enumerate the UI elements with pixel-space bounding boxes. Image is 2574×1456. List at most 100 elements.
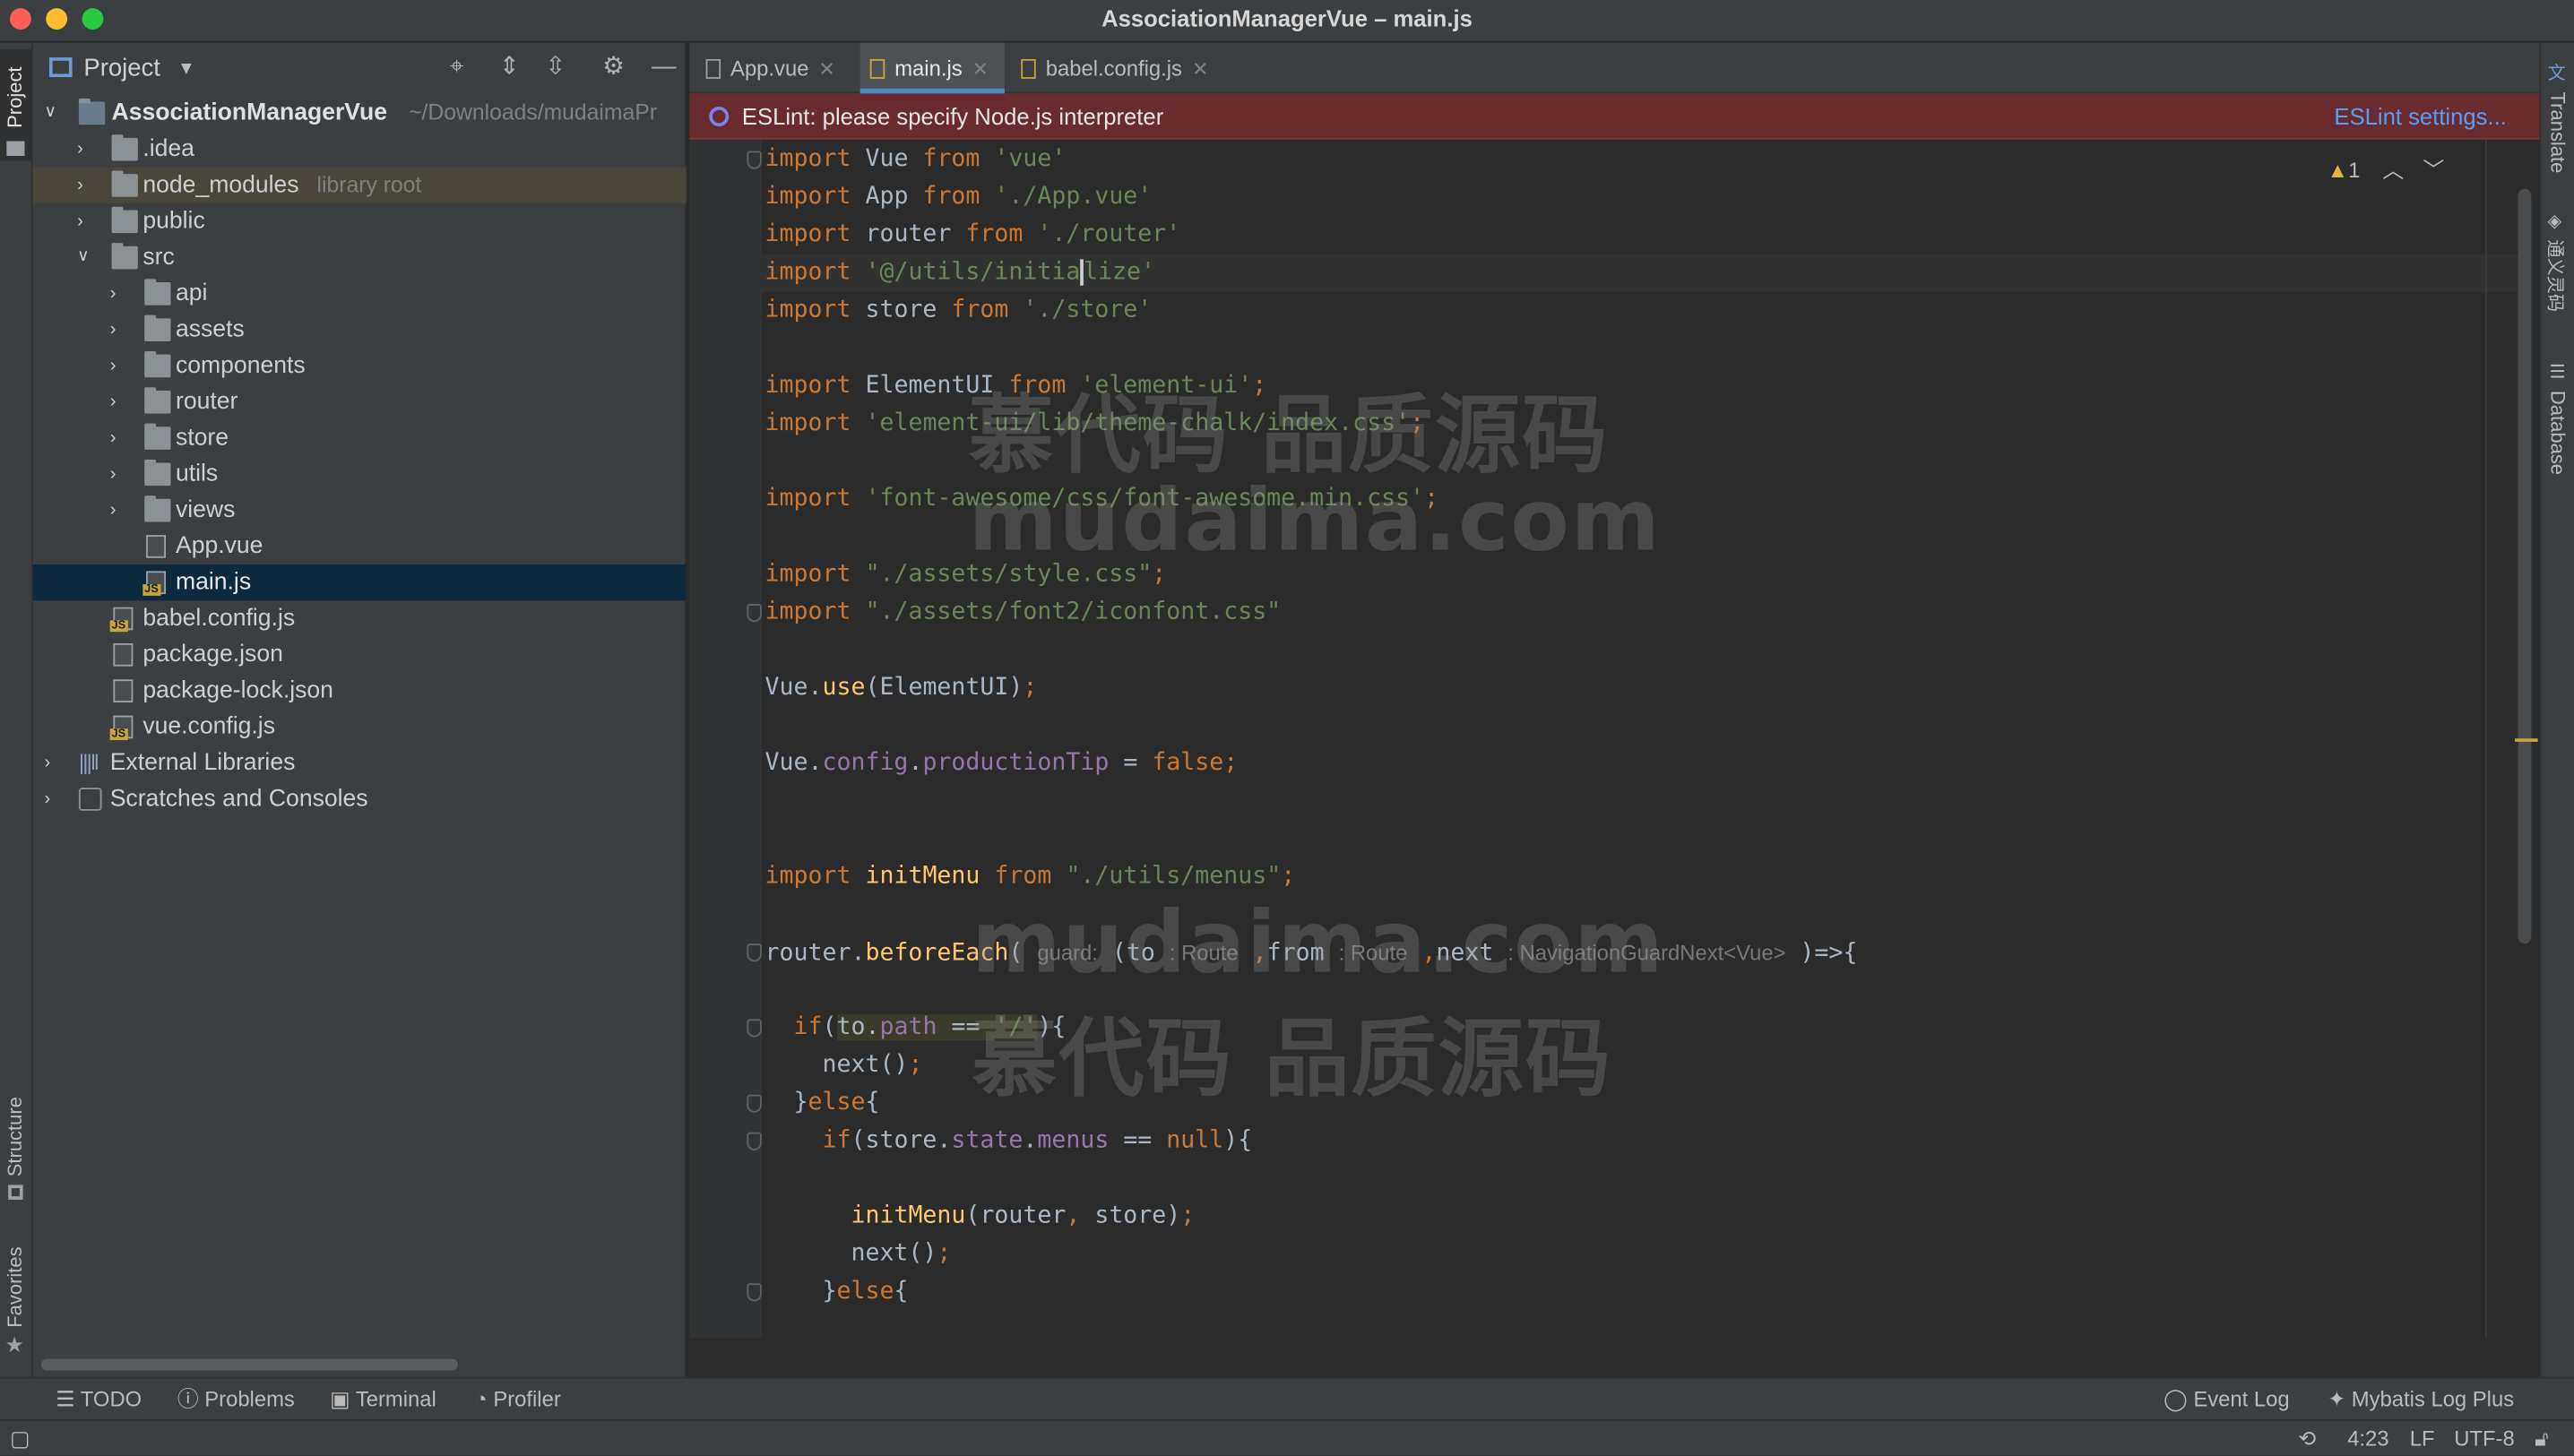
tree-item-assets[interactable]: › assets: [33, 312, 687, 348]
chevron-right-icon[interactable]: ›: [110, 348, 130, 383]
fold-marker-icon[interactable]: [747, 1283, 762, 1302]
database-tool-button[interactable]: ☰ Database: [2541, 358, 2574, 489]
code-line: import router from './router': [764, 221, 1181, 248]
tree-item-label: node_modules: [143, 172, 299, 199]
profiler-tool-button[interactable]: ◔ Profiler: [474, 1379, 560, 1422]
chevron-right-icon[interactable]: ›: [110, 492, 130, 528]
favorites-tool-button[interactable]: Favorites ★: [0, 1237, 33, 1366]
fold-marker-icon[interactable]: [747, 604, 762, 623]
horizontal-scrollbar[interactable]: [40, 1358, 459, 1371]
library-icon: |||‖: [78, 750, 99, 775]
fold-marker-icon[interactable]: [747, 1132, 762, 1150]
problems-label: Problems: [204, 1386, 295, 1412]
chevron-right-icon[interactable]: ›: [77, 203, 97, 239]
todo-tool-button[interactable]: ☰ TODO: [56, 1379, 142, 1422]
vertical-scrollbar[interactable]: [2518, 188, 2532, 944]
list-icon: ☰: [56, 1386, 81, 1412]
code-editor[interactable]: ▲1 ︿ ﹀ import Vue from 'vue' import App …: [689, 139, 2540, 1338]
project-tool-button[interactable]: Project: [0, 48, 33, 161]
structure-tool-button[interactable]: Structure: [0, 1085, 33, 1208]
structure-tool-label: Structure: [3, 1097, 27, 1177]
tree-item-scratches[interactable]: › Scratches and Consoles: [33, 781, 687, 817]
project-view-selector[interactable]: Project: [83, 49, 160, 89]
tree-item-app-vue[interactable]: App.vue: [33, 529, 687, 564]
close-icon[interactable]: ✕: [818, 57, 834, 81]
fold-marker-icon[interactable]: [747, 1019, 762, 1038]
locate-icon[interactable]: ⌖: [450, 51, 463, 84]
tab-app-vue[interactable]: App.vue ✕: [705, 43, 860, 94]
star-icon: ★: [4, 1332, 24, 1357]
tree-item-api[interactable]: › api: [33, 276, 687, 312]
tree-item-package-lock[interactable]: package-lock.json: [33, 673, 687, 709]
chevron-right-icon[interactable]: ›: [77, 132, 97, 168]
toggle-tool-windows-icon[interactable]: ▢: [10, 1421, 30, 1455]
tree-item-views[interactable]: › views: [33, 492, 687, 528]
problems-tool-button[interactable]: ⓘ Problems: [177, 1379, 295, 1422]
chevron-right-icon[interactable]: ›: [110, 312, 130, 348]
tree-item-idea[interactable]: › .idea: [33, 132, 687, 168]
translate-tool-button[interactable]: 文 Translate: [2541, 56, 2574, 187]
fold-marker-icon[interactable]: [747, 943, 762, 962]
hide-panel-icon[interactable]: —: [652, 51, 676, 84]
tree-item-store[interactable]: › store: [33, 420, 687, 456]
chevron-down-icon[interactable]: ∨: [77, 239, 97, 275]
caret-position[interactable]: 4:23: [2347, 1421, 2388, 1455]
tongyi-tool-button[interactable]: ◈ 通义灵码: [2541, 207, 2574, 339]
fold-marker-icon[interactable]: [747, 151, 762, 169]
tab-babel-config[interactable]: babel.config.js ✕: [1021, 43, 1234, 94]
gear-icon[interactable]: ⚙: [602, 51, 625, 84]
tree-item-babel-config[interactable]: JS babel.config.js: [33, 600, 687, 636]
tree-item-src[interactable]: ∨ src: [33, 239, 687, 275]
tree-item-router[interactable]: › router: [33, 384, 687, 420]
event-log-tool-button[interactable]: ◯ Event Log: [2164, 1379, 2290, 1422]
chevron-right-icon[interactable]: ›: [110, 384, 130, 420]
code-line: import App from './App.vue': [764, 184, 1153, 211]
folder-icon: [144, 350, 171, 378]
code-line: Vue.use(ElementUI);: [764, 674, 1038, 702]
chevron-right-icon[interactable]: ›: [110, 276, 130, 312]
lock-icon[interactable]: 🔓︎: [2535, 1421, 2548, 1455]
chevron-down-icon[interactable]: ∨: [44, 95, 64, 131]
tree-item-public[interactable]: › public: [33, 203, 687, 239]
window-title: AssociationManagerVue – main.js: [1101, 4, 1473, 31]
tree-item-utils[interactable]: › utils: [33, 456, 687, 492]
next-highlight-icon[interactable]: ﹀: [2423, 158, 2444, 182]
terminal-tool-button[interactable]: ▣ Terminal: [330, 1379, 436, 1422]
fold-marker-icon[interactable]: [747, 1094, 762, 1113]
chevron-right-icon[interactable]: ›: [44, 781, 64, 817]
eslint-settings-link[interactable]: ESLint settings...: [2334, 93, 2506, 139]
tree-item-node-modules[interactable]: › node_modules library root: [32, 167, 687, 204]
chevron-right-icon[interactable]: ›: [110, 456, 130, 492]
tab-main-js[interactable]: main.js ✕: [859, 42, 1005, 94]
expand-all-icon[interactable]: ⇕: [499, 51, 520, 84]
previous-highlight-icon[interactable]: ︿: [2382, 158, 2404, 182]
inspection-widget[interactable]: ▲1 ︿ ﹀: [2327, 152, 2444, 184]
chevron-right-icon[interactable]: ›: [77, 168, 97, 203]
folder-icon: [144, 459, 171, 487]
tree-item-label: utils: [175, 461, 219, 487]
code-line: import '@/utils/initia lize': [764, 259, 1155, 286]
tree-item-external-libraries[interactable]: › |||‖ External Libraries: [33, 745, 687, 781]
line-ending[interactable]: LF: [2410, 1421, 2435, 1455]
memory-indicator-icon[interactable]: ⟲: [2298, 1421, 2316, 1455]
close-icon[interactable]: ✕: [972, 57, 989, 81]
chevron-right-icon[interactable]: ›: [44, 745, 64, 781]
warning-count: 1: [2348, 157, 2361, 183]
tree-item-project-root[interactable]: ∨ AssociationManagerVue ~/Downloads/muda…: [33, 95, 687, 131]
tree-item-vue-config[interactable]: JS vue.config.js: [33, 709, 687, 745]
chevron-down-icon[interactable]: ▼: [177, 49, 195, 89]
js-file-icon: JS: [143, 571, 166, 596]
tree-item-components[interactable]: › components: [33, 348, 687, 383]
close-icon[interactable]: ✕: [1192, 57, 1208, 81]
left-tool-strip: Project Structure Favorites ★: [0, 42, 33, 1377]
tree-item-package-json[interactable]: package.json: [33, 637, 687, 673]
chevron-right-icon[interactable]: ›: [110, 420, 130, 456]
tree-item-main-js[interactable]: JS main.js: [32, 564, 687, 601]
right-tool-strip: 文 Translate ◈ 通义灵码 ☰ Database: [2539, 42, 2574, 1377]
mybatis-log-tool-button[interactable]: ✦ Mybatis Log Plus: [2328, 1379, 2514, 1422]
tree-item-label: api: [175, 280, 208, 307]
project-panel: Project ▼ ⌖ ⇕ ⇳ ⚙ — ∨ AssociationManager…: [32, 42, 687, 1377]
folder-icon: [144, 423, 171, 450]
collapse-all-icon[interactable]: ⇳: [545, 51, 566, 84]
file-encoding[interactable]: UTF-8: [2454, 1421, 2514, 1455]
